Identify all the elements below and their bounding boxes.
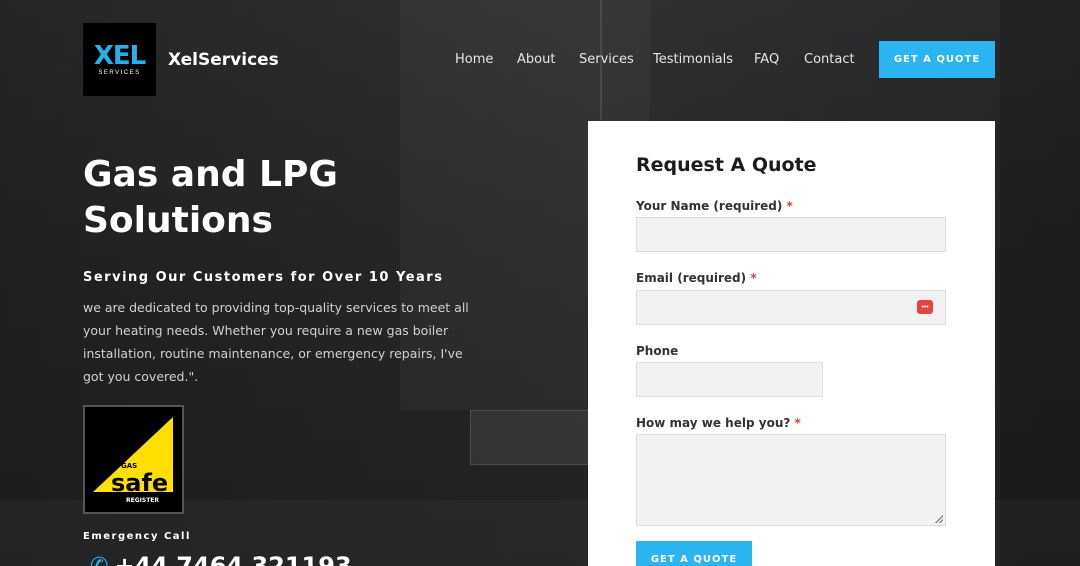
background-shadow [1000, 0, 1080, 566]
help-label: How may we help you? * [636, 416, 801, 430]
nav-home[interactable]: Home [455, 52, 493, 67]
hero-title: Gas and LPG Solutions [83, 154, 338, 241]
name-label: Your Name (required) * [636, 199, 793, 213]
site-logo[interactable]: XEL SERVICES [83, 23, 156, 96]
get-quote-button[interactable]: GET A QUOTE [879, 41, 995, 78]
required-mark: * [786, 199, 793, 213]
help-label-text: How may we help you? [636, 416, 791, 430]
submit-quote-button[interactable]: GET A QUOTE [636, 541, 752, 566]
logo-subtext: SERVICES [98, 69, 141, 76]
nav-faq[interactable]: FAQ [754, 52, 779, 67]
badge-register-text: REGISTER [126, 497, 159, 504]
quote-form: Request A Quote Your Name (required) * E… [588, 121, 995, 566]
logo-mark: XEL [93, 40, 146, 71]
emergency-label: Emergency Call [83, 531, 191, 542]
name-input[interactable] [636, 217, 946, 252]
email-input[interactable]: ••• [636, 290, 946, 325]
name-label-text: Your Name (required) [636, 199, 783, 213]
nav-services[interactable]: Services [579, 52, 634, 67]
badge-safe-text: safe [111, 469, 168, 497]
emergency-phone[interactable]: ✆ +44 7464 321193 [90, 552, 352, 566]
hero-description: we are dedicated to providing top-qualit… [83, 300, 469, 384]
form-title: Request A Quote [636, 154, 817, 176]
hero-subtitle: Serving Our Customers for Over 10 Years [83, 270, 444, 285]
required-mark: * [750, 271, 757, 285]
nav-testimonials[interactable]: Testimonials [653, 52, 733, 67]
help-textarea[interactable] [636, 434, 946, 526]
emergency-phone-number: +44 7464 321193 [114, 552, 352, 566]
phone-input[interactable] [636, 362, 823, 397]
resize-handle-icon[interactable] [935, 515, 943, 523]
email-label-text: Email (required) [636, 271, 747, 285]
gas-safe-badge: GAS safe REGISTER [83, 405, 184, 514]
logo-text: XEL [93, 40, 146, 71]
background-boiler-control [470, 410, 590, 465]
nav-about[interactable]: About [517, 52, 555, 67]
email-label: Email (required) * [636, 271, 757, 285]
brand-name[interactable]: XelServices [168, 50, 279, 70]
nav-contact[interactable]: Contact [804, 52, 855, 67]
password-manager-icon[interactable]: ••• [917, 300, 933, 314]
phone-icon: ✆ [90, 553, 109, 566]
phone-label: Phone [636, 344, 679, 358]
required-mark: * [794, 416, 801, 430]
